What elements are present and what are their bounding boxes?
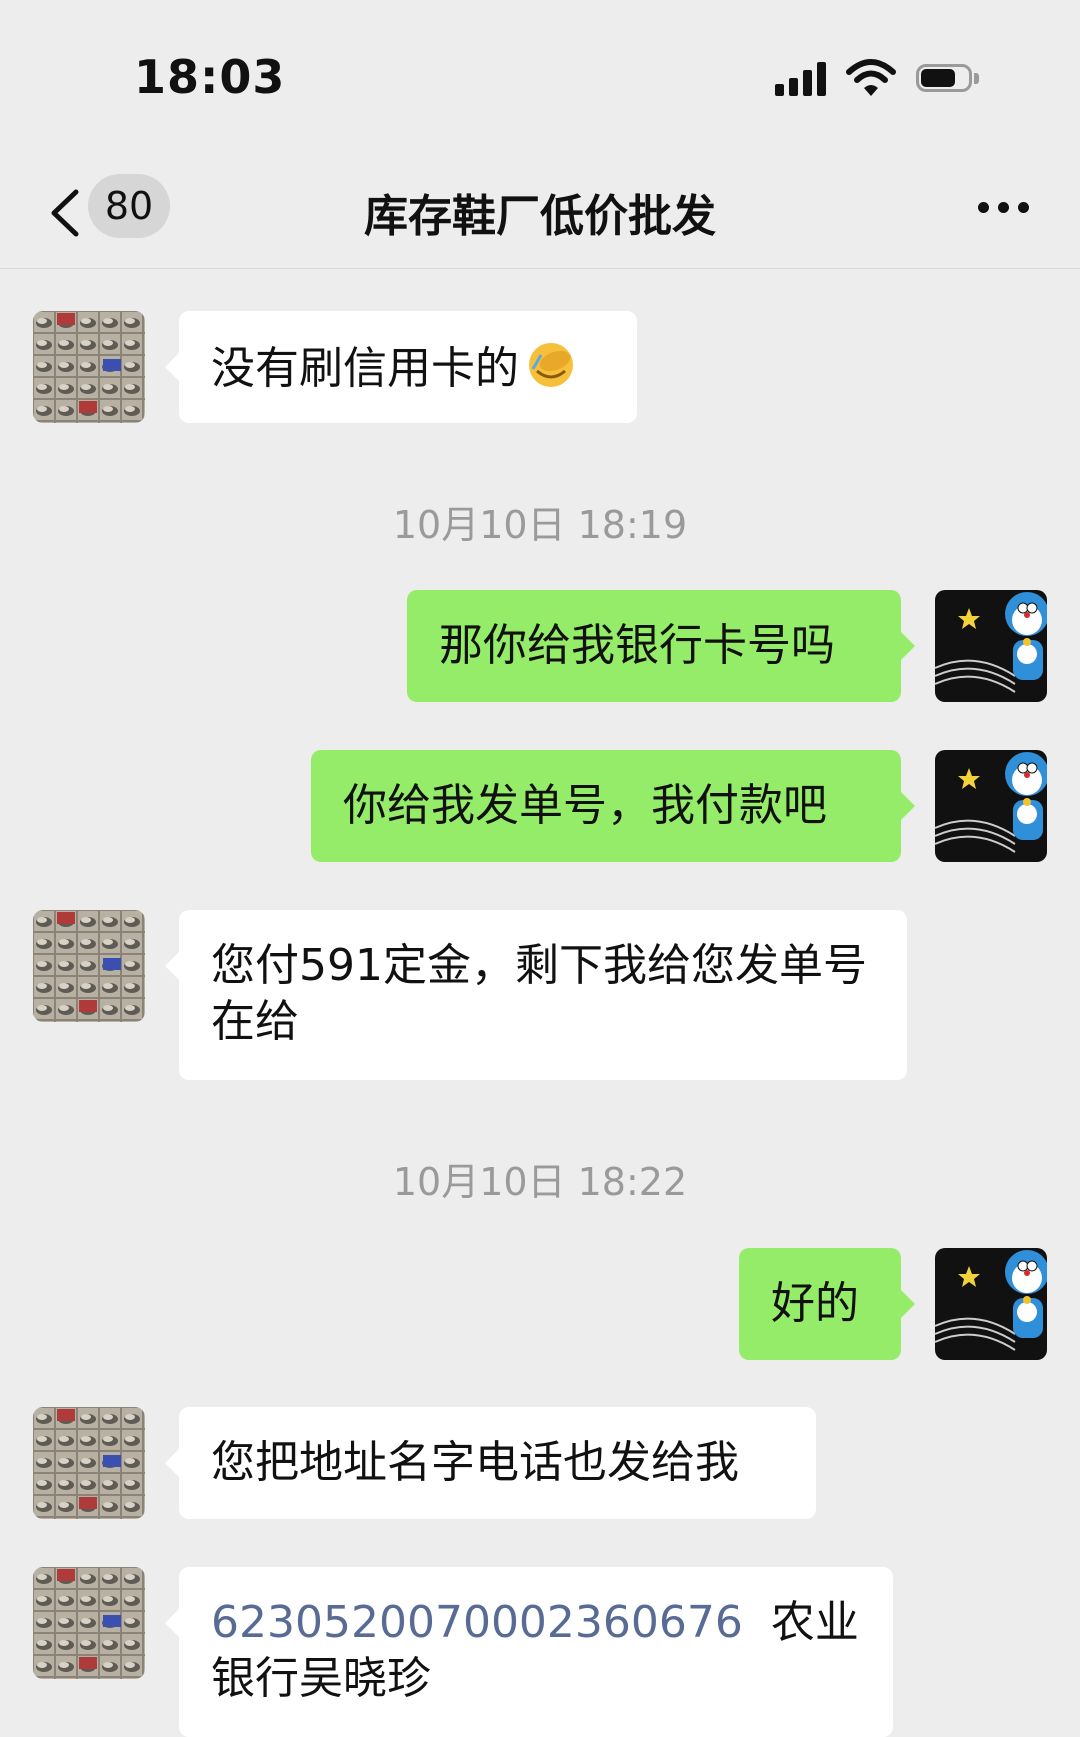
status-bar: 18:03 [0,0,1080,160]
timestamp: 10月10日 18:19 [392,503,688,547]
message-bubble-outgoing[interactable]: 那你给我银行卡号吗 [407,590,915,702]
account-number-link[interactable]: 6230520070002360676 [211,1597,743,1648]
message-bubble-incoming[interactable]: 没有刷信用卡的 [165,311,637,423]
message-text: 好的 [771,1278,859,1329]
message-text: 没有刷信用卡的 [211,343,519,394]
contact-avatar[interactable] [33,311,145,423]
message-bubble-incoming[interactable]: 您把地址名字电话也发给我 [165,1407,816,1519]
contact-avatar[interactable] [33,910,145,1022]
message-bubble-outgoing[interactable]: 你给我发单号，我付款吧 [311,750,915,862]
signal-icon [775,62,829,96]
message-text: 您付591定金，剩下我给您发单号在给 [211,940,867,1047]
message-text: 那你给我银行卡号吗 [439,620,835,671]
chat-header: 80 库存鞋厂低价批发 [0,160,1080,269]
status-time: 18:03 [134,50,286,104]
my-avatar[interactable] [935,590,1047,702]
message-bubble-incoming[interactable]: 您付591定金，剩下我给您发单号在给 [165,910,907,1080]
contact-avatar[interactable] [33,1567,145,1679]
facepalm-emoji-icon [529,343,573,387]
my-avatar[interactable] [935,1248,1047,1360]
message-bubble-outgoing[interactable]: 好的 [739,1248,915,1360]
wifi-icon [846,59,896,96]
my-avatar[interactable] [935,750,1047,862]
message-bubble-incoming[interactable]: 6230520070002360676 农业银行吴晓珍 [165,1567,893,1737]
message-text: 你给我发单号，我付款吧 [343,780,827,831]
more-options-icon[interactable] [978,202,1030,214]
message-text: 您把地址名字电话也发给我 [211,1437,739,1488]
timestamp: 10月10日 18:22 [392,1160,688,1204]
chat-title: 库存鞋厂低价批发 [364,191,716,242]
battery-icon [916,64,980,94]
contact-avatar[interactable] [33,1407,145,1519]
